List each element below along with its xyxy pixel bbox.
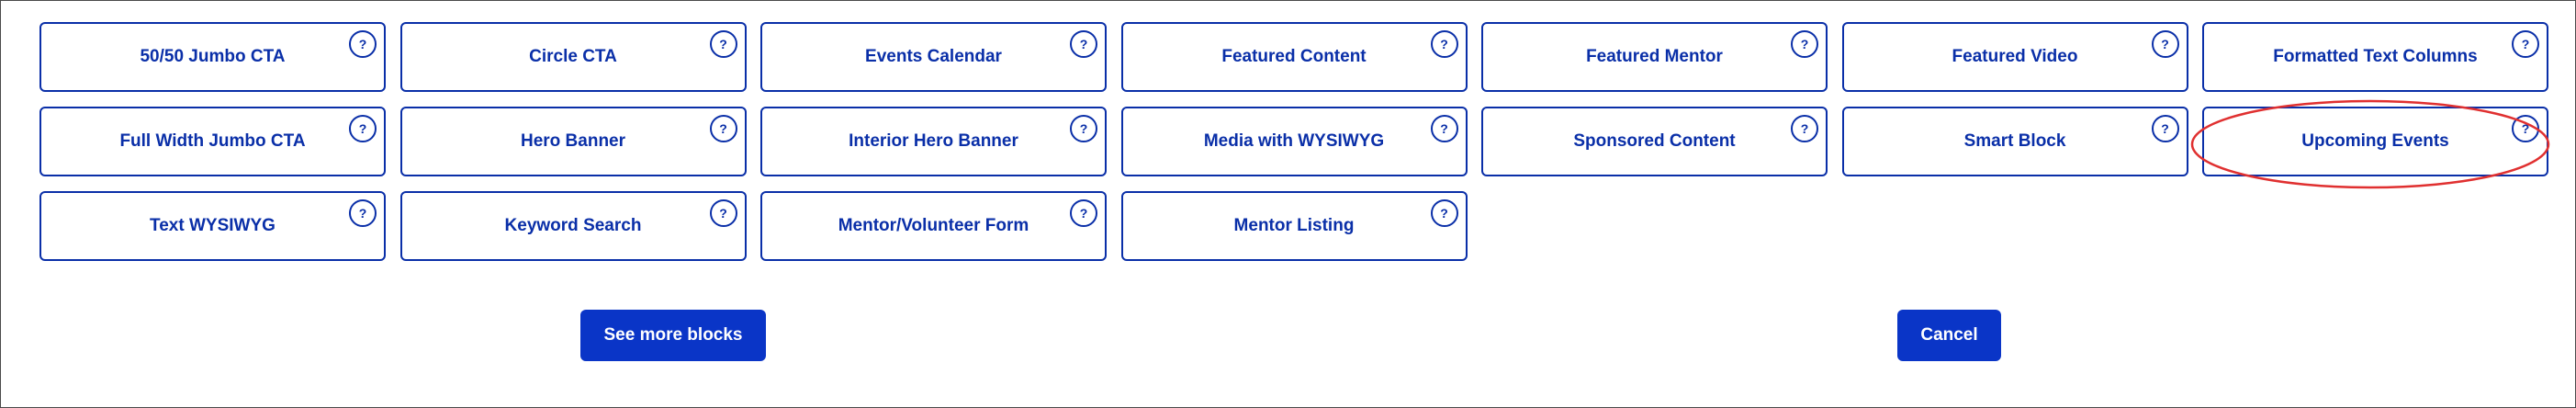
- block-label: Hero Banner: [520, 131, 626, 151]
- block-label: Sponsored Content: [1573, 131, 1736, 151]
- block-label: Formatted Text Columns: [2273, 47, 2478, 66]
- block-tile-interior-hero-banner[interactable]: Interior Hero Banner ?: [760, 107, 1107, 176]
- block-tile-circle-cta[interactable]: Circle CTA ?: [399, 22, 747, 92]
- question-circle-icon[interactable]: ?: [709, 115, 737, 142]
- block-label: Featured Content: [1221, 47, 1367, 66]
- block-tile-featured-video[interactable]: Featured Video ?: [1841, 22, 2188, 92]
- block-label: Mentor/Volunteer Form: [838, 216, 1029, 235]
- question-circle-icon[interactable]: ?: [1430, 115, 1458, 142]
- block-tile-hero-banner[interactable]: Hero Banner ?: [399, 107, 747, 176]
- block-tile-events-calendar[interactable]: Events Calendar ?: [760, 22, 1107, 92]
- question-circle-icon[interactable]: ?: [1070, 199, 1097, 227]
- block-label: 50/50 Jumbo CTA: [140, 47, 286, 66]
- block-tile-featured-mentor[interactable]: Featured Mentor ?: [1481, 22, 1828, 92]
- block-label: Mentor Listing: [1233, 216, 1355, 235]
- block-label: Upcoming Events: [2301, 131, 2449, 151]
- block-label: Smart Block: [1963, 131, 2066, 151]
- see-more-blocks-button[interactable]: See more blocks: [580, 310, 766, 361]
- question-circle-icon[interactable]: ?: [2151, 115, 2179, 142]
- question-circle-icon[interactable]: ?: [1430, 30, 1458, 58]
- question-circle-icon[interactable]: ?: [2512, 115, 2539, 142]
- cancel-button[interactable]: Cancel: [1897, 310, 2001, 361]
- block-label: Keyword Search: [504, 216, 642, 235]
- question-circle-icon[interactable]: ?: [349, 115, 377, 142]
- block-tile-mentor-volunteer-form[interactable]: Mentor/Volunteer Form ?: [760, 191, 1107, 261]
- block-grid: 50/50 Jumbo CTA ? Circle CTA ? Events Ca…: [39, 22, 2548, 261]
- question-circle-icon[interactable]: ?: [709, 199, 737, 227]
- block-label: Interior Hero Banner: [849, 131, 1018, 151]
- question-circle-icon[interactable]: ?: [709, 30, 737, 58]
- block-label: Text WYSIWYG: [150, 216, 276, 235]
- block-tile-keyword-search[interactable]: Keyword Search ?: [399, 191, 747, 261]
- question-circle-icon[interactable]: ?: [349, 199, 377, 227]
- block-tile-featured-content[interactable]: Featured Content ?: [1120, 22, 1468, 92]
- block-label: Circle CTA: [529, 47, 617, 66]
- block-tile-media-with-wysiwyg[interactable]: Media with WYSIWYG ?: [1120, 107, 1468, 176]
- block-tile-mentor-listing[interactable]: Mentor Listing ?: [1120, 191, 1468, 261]
- question-circle-icon[interactable]: ?: [349, 30, 377, 58]
- question-circle-icon[interactable]: ?: [1430, 199, 1458, 227]
- block-tile-smart-block[interactable]: Smart Block ?: [1841, 107, 2188, 176]
- block-label: Events Calendar: [865, 47, 1002, 66]
- block-tile-sponsored-content[interactable]: Sponsored Content ?: [1481, 107, 1828, 176]
- block-tile-formatted-text-columns[interactable]: Formatted Text Columns ?: [2202, 22, 2548, 92]
- block-tile-50-50-jumbo-cta[interactable]: 50/50 Jumbo CTA ?: [39, 22, 386, 92]
- block-label: Media with WYSIWYG: [1203, 131, 1385, 151]
- block-label: Full Width Jumbo CTA: [119, 131, 306, 151]
- block-label: Featured Video: [1952, 47, 2078, 66]
- block-tile-text-wysiwyg[interactable]: Text WYSIWYG ?: [39, 191, 386, 261]
- block-label: Featured Mentor: [1586, 47, 1723, 66]
- block-tile-upcoming-events[interactable]: Upcoming Events ?: [2202, 107, 2548, 176]
- question-circle-icon[interactable]: ?: [1791, 115, 1818, 142]
- block-picker-panel: 50/50 Jumbo CTA ? Circle CTA ? Events Ca…: [0, 0, 2576, 408]
- block-tile-full-width-jumbo-cta[interactable]: Full Width Jumbo CTA ?: [39, 107, 386, 176]
- question-circle-icon[interactable]: ?: [1070, 30, 1097, 58]
- question-circle-icon[interactable]: ?: [1070, 115, 1097, 142]
- question-circle-icon[interactable]: ?: [2512, 30, 2539, 58]
- question-circle-icon[interactable]: ?: [1791, 30, 1818, 58]
- question-circle-icon[interactable]: ?: [2151, 30, 2179, 58]
